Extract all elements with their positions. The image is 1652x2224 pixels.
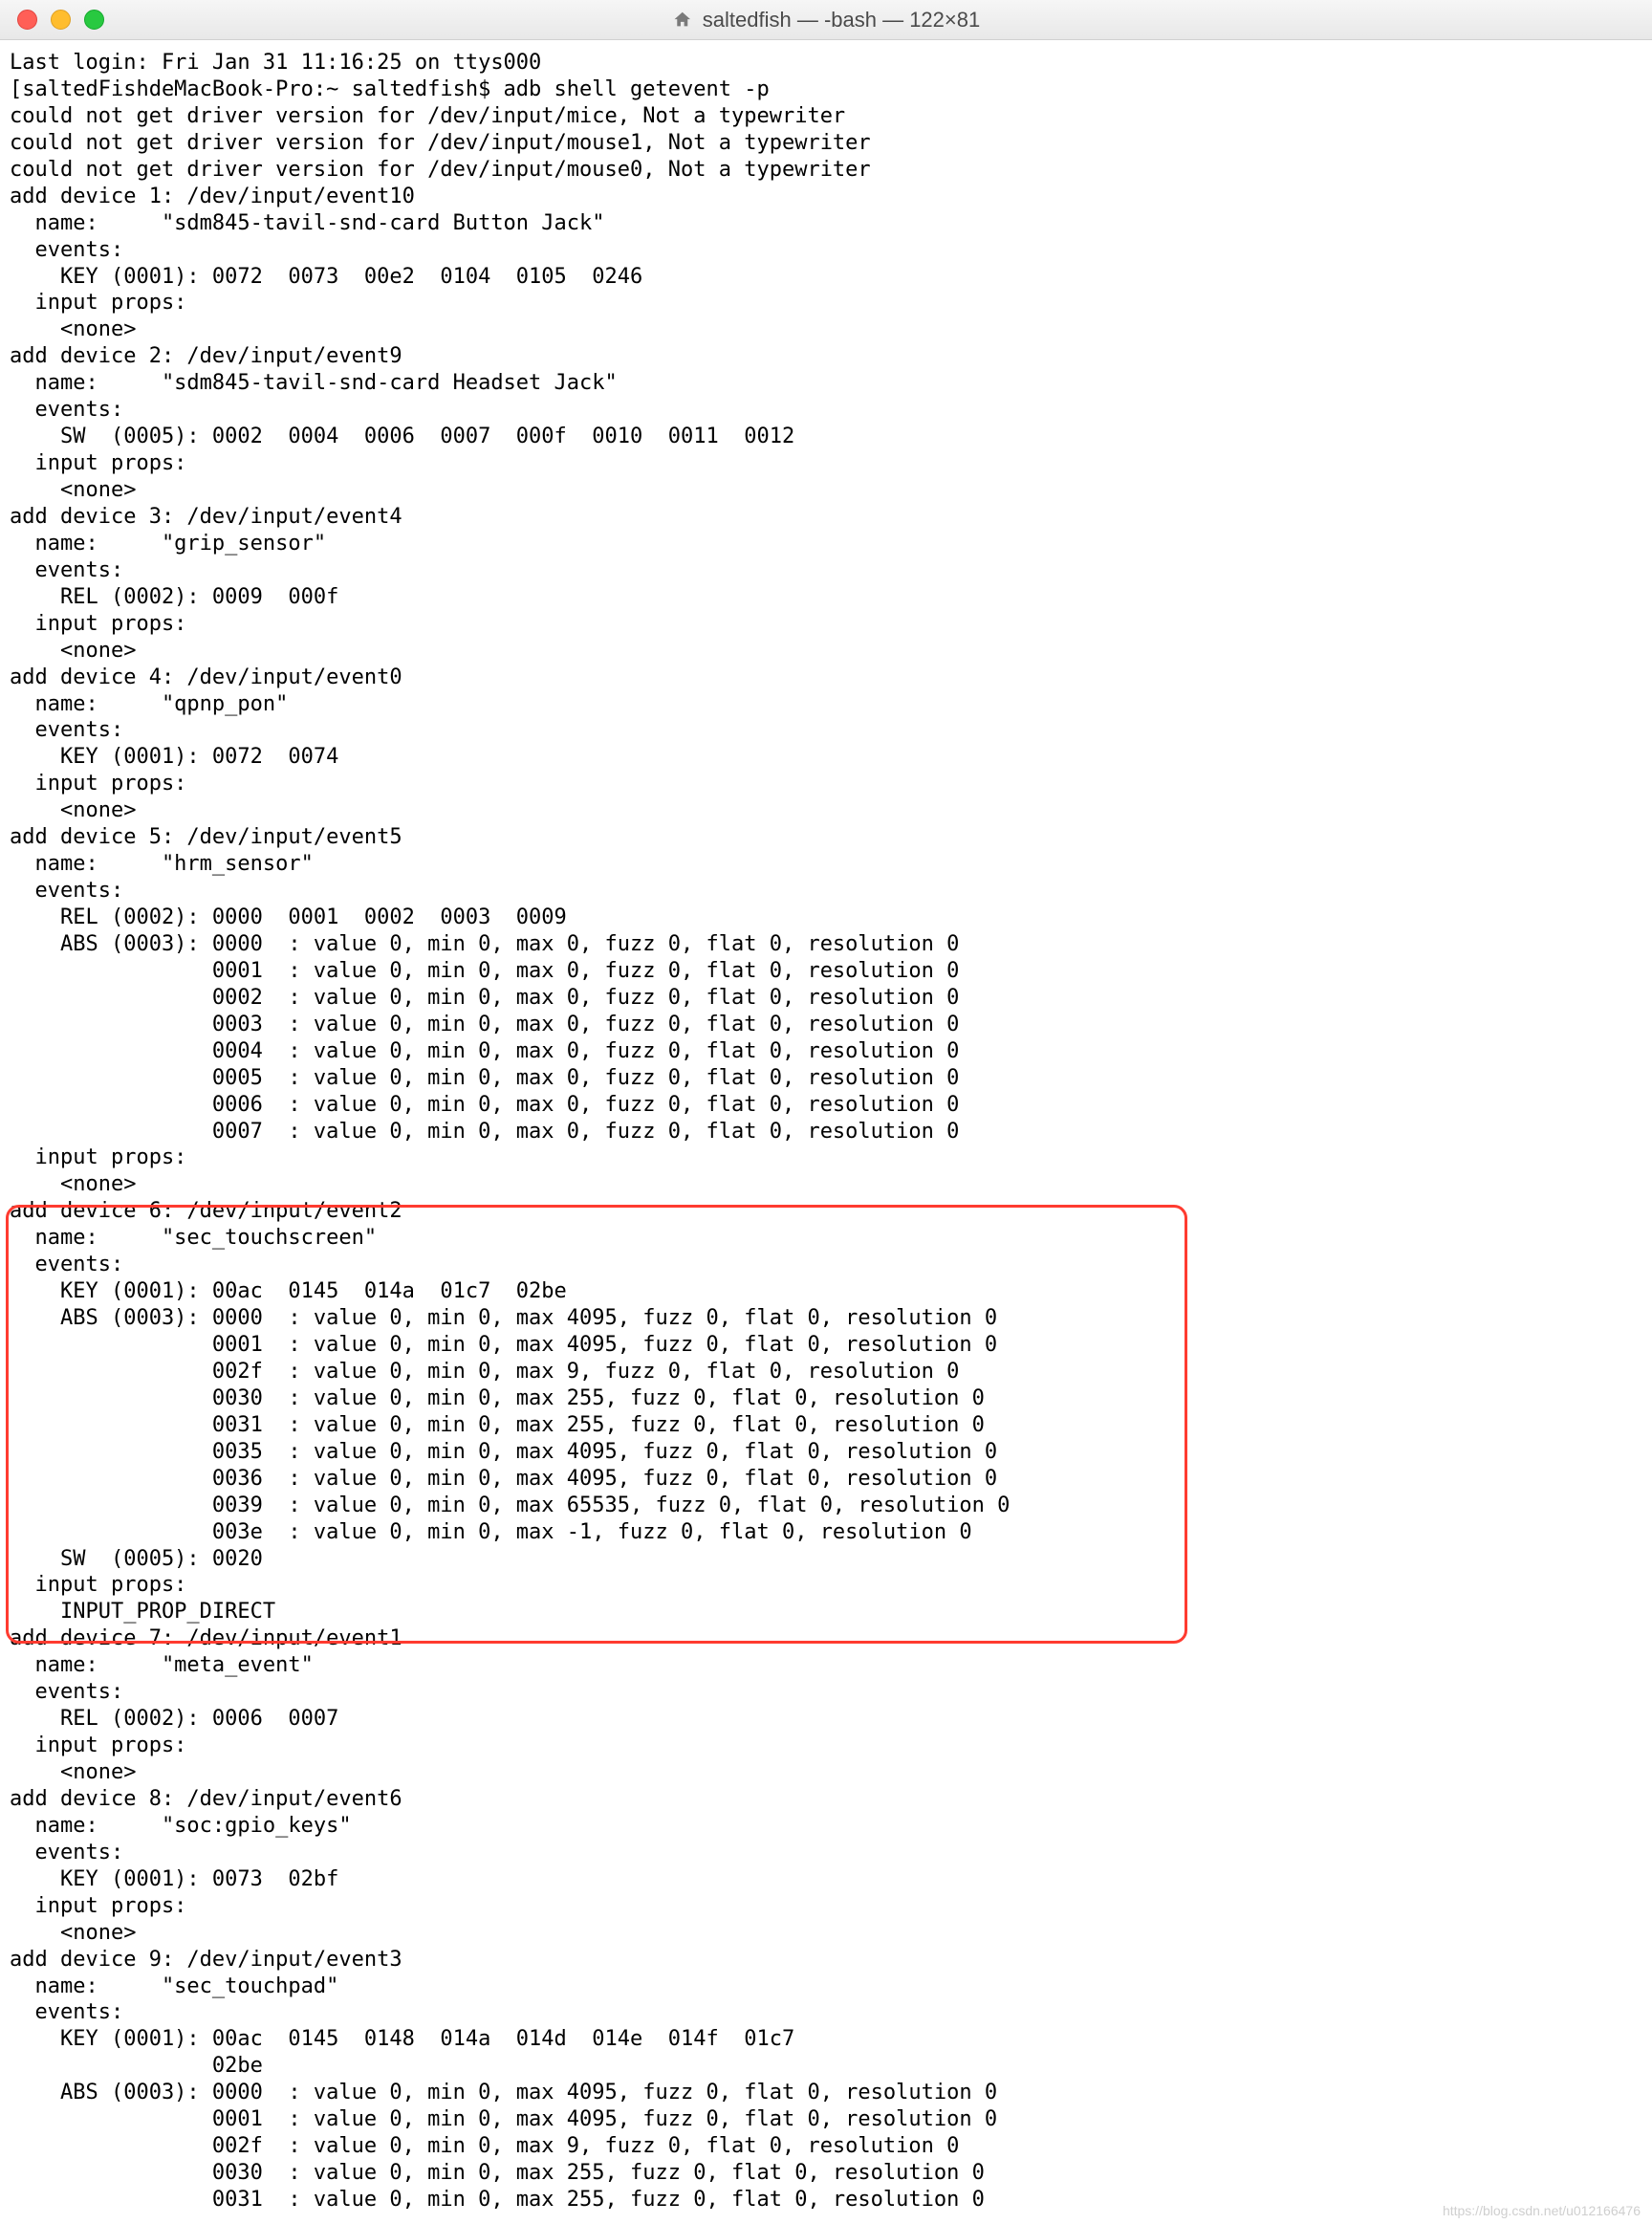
- terminal-output[interactable]: Last login: Fri Jan 31 11:16:25 on ttys0…: [0, 40, 1652, 2223]
- maximize-button[interactable]: [84, 10, 104, 30]
- watermark-text: https://blog.csdn.net/u012166476: [1443, 2203, 1641, 2218]
- window-title: saltedfish — -bash — 122×81: [672, 8, 980, 33]
- window-titlebar: saltedfish — -bash — 122×81: [0, 0, 1652, 40]
- minimize-button[interactable]: [51, 10, 71, 30]
- traffic-lights: [0, 10, 104, 30]
- close-button[interactable]: [17, 10, 37, 30]
- window-title-text: saltedfish — -bash — 122×81: [703, 8, 980, 33]
- home-icon: [672, 10, 693, 31]
